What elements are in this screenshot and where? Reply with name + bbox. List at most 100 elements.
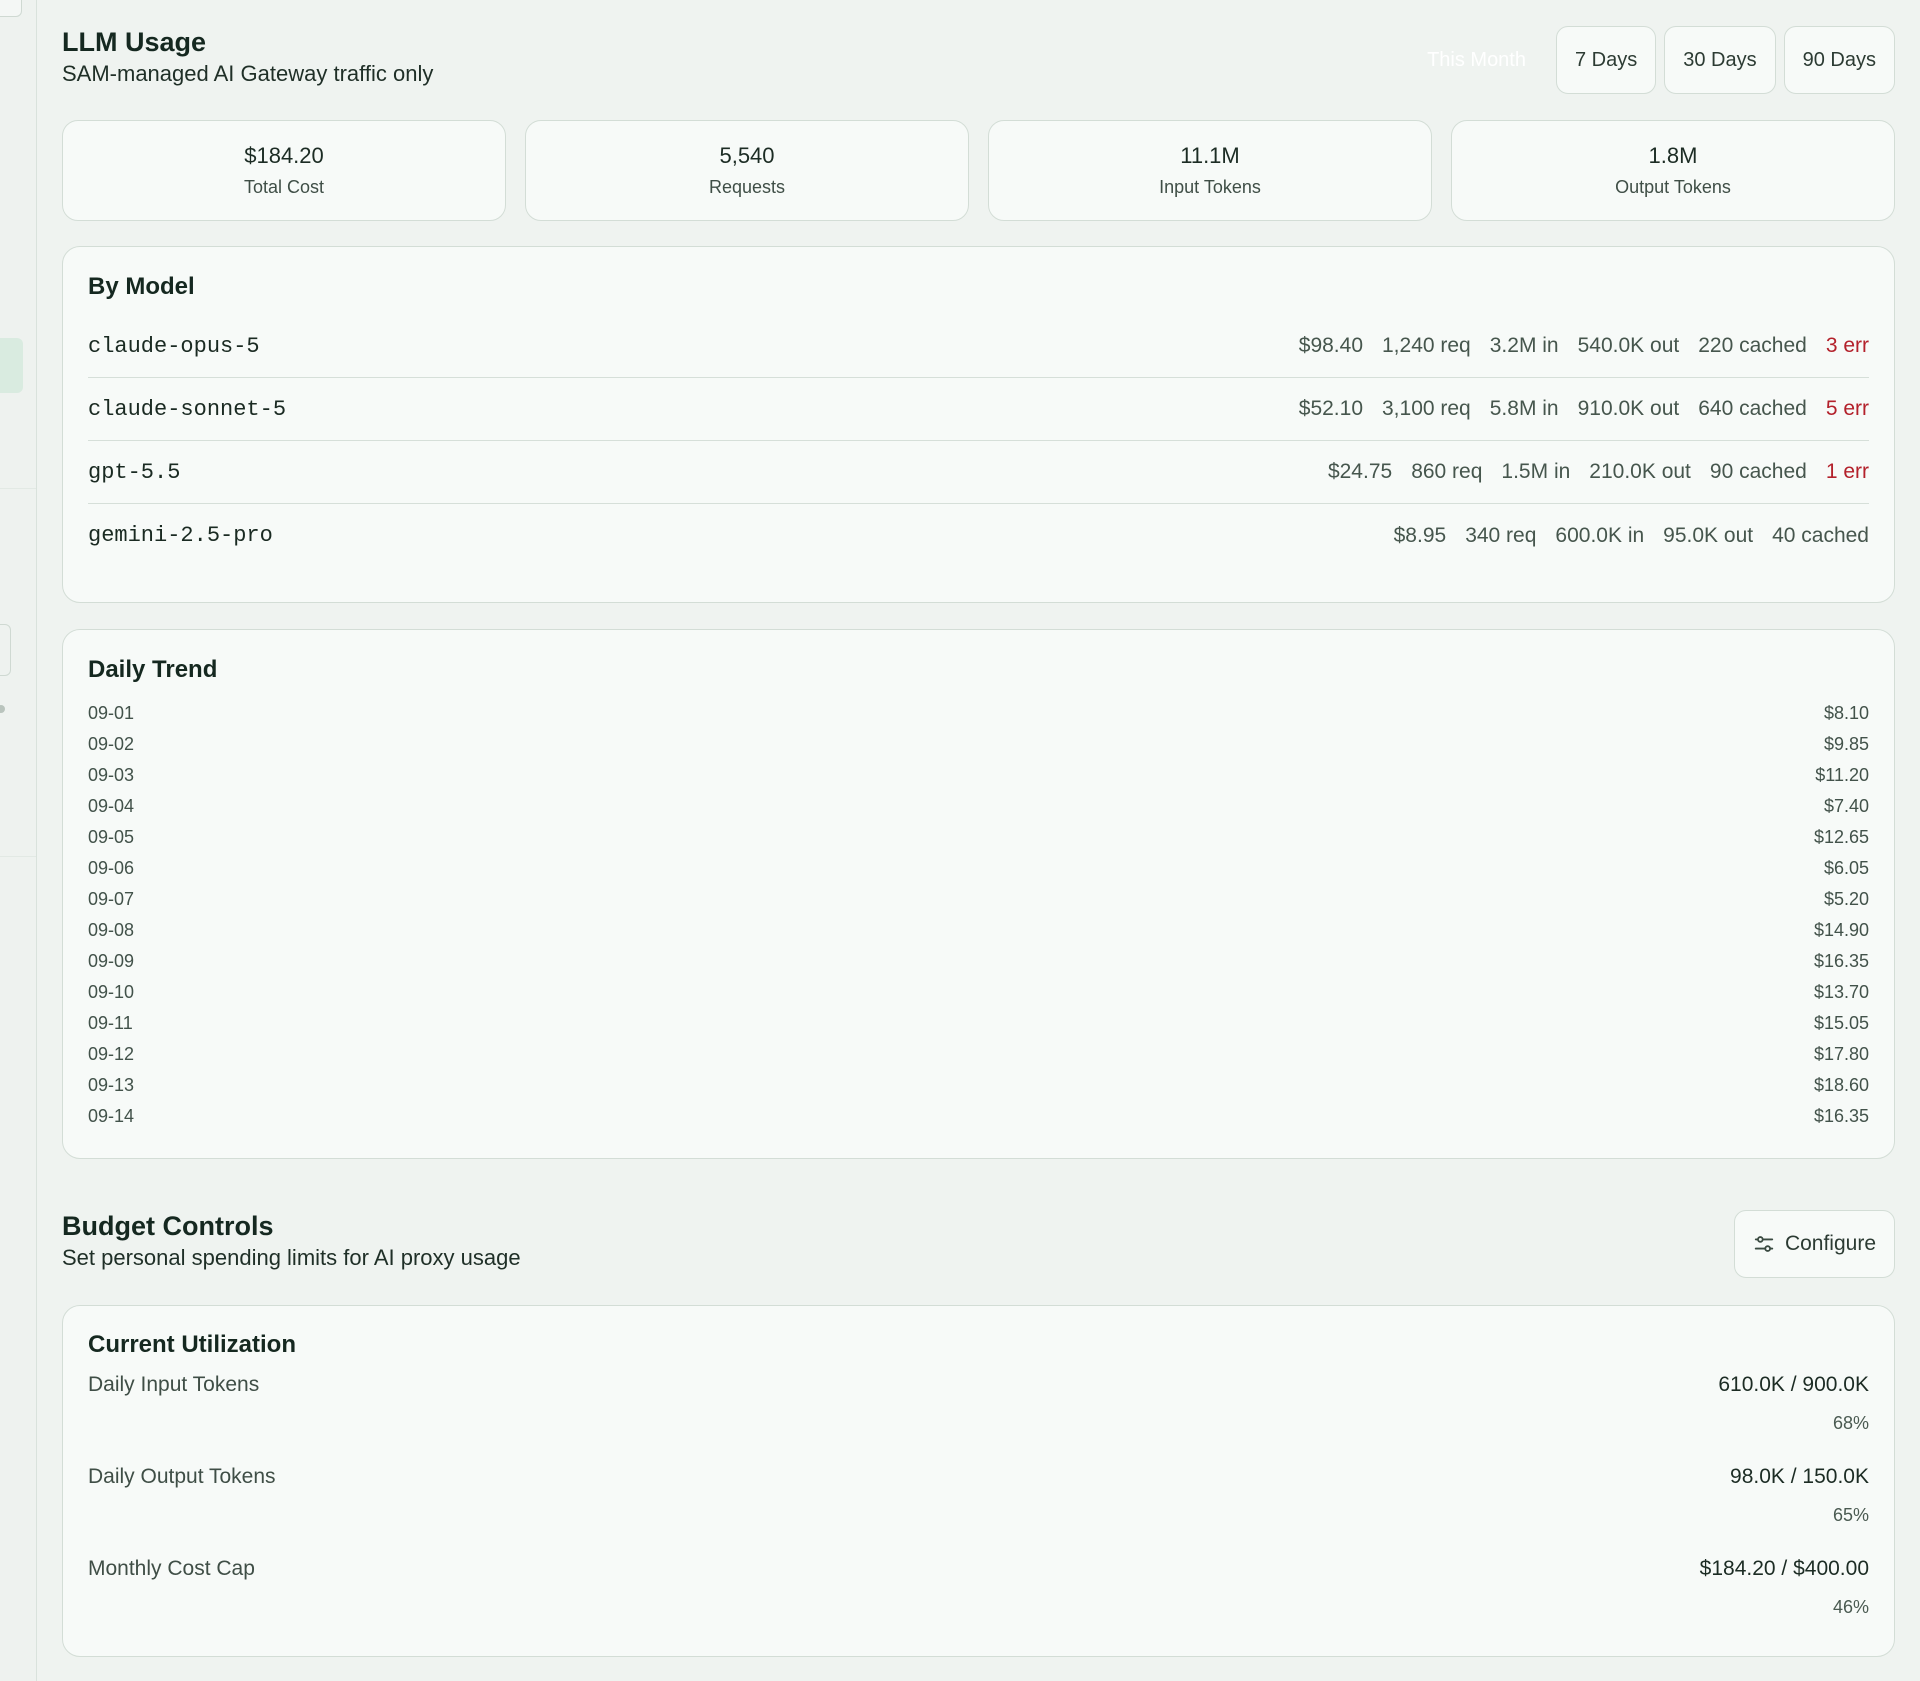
utilization-value: 610.0K / 900.0K (1718, 1373, 1869, 1396)
trend-date: 09-02 (88, 734, 135, 754)
model-list: claude-opus-5 $98.40 1,240 req 3.2M in 5… (88, 315, 1869, 567)
model-row: claude-opus-5 $98.40 1,240 req 3.2M in 5… (88, 315, 1869, 378)
trend-row: 09-02 $9.85 (88, 729, 1869, 760)
range-7-days-button[interactable]: 7 Days (1556, 26, 1657, 94)
by-model-title: By Model (88, 273, 195, 300)
page-subtitle: SAM-managed AI Gateway traffic only (62, 61, 434, 86)
budget-header: Budget Controls Set personal spending li… (62, 1210, 521, 1271)
trend-date: 09-05 (88, 827, 135, 847)
trend-row: 09-09 $16.35 (88, 946, 1869, 977)
model-errors: 3 err (1825, 334, 1869, 357)
rail-indicator-dot (0, 705, 5, 713)
model-cost: $24.75 (1327, 460, 1393, 483)
rail-active-item[interactable] (0, 338, 23, 393)
trend-date: 09-14 (88, 1106, 135, 1126)
utilization-label: Monthly Cost Cap (88, 1557, 255, 1580)
budget-title: Budget Controls (62, 1211, 274, 1241)
utilization-percent: 65% (1832, 1505, 1869, 1525)
stat-label: Total Cost (243, 177, 325, 197)
trend-date: 09-06 (88, 858, 135, 878)
trend-date: 09-11 (88, 1013, 133, 1033)
rail-divider (0, 856, 36, 857)
trend-cost: $16.35 (1813, 1106, 1869, 1126)
stat-label: Output Tokens (1615, 177, 1731, 197)
utilization-item: Daily Input Tokens 610.0K / 900.0K 68% (88, 1373, 1869, 1465)
model-row: gemini-2.5-pro $8.95 340 req 600.0K in 9… (88, 504, 1869, 567)
utilization-percent: 68% (1832, 1413, 1869, 1433)
range-selector: This Month 7 Days 30 Days 90 Days (1405, 26, 1895, 94)
trend-cost: $11.20 (1815, 765, 1869, 785)
model-cost: $98.40 (1298, 334, 1363, 357)
trend-date: 09-01 (88, 703, 135, 723)
model-requests: 860 req (1411, 460, 1483, 483)
utilization-value: $184.20 / $400.00 (1699, 1557, 1869, 1580)
range-30-days-button[interactable]: 30 Days (1664, 26, 1776, 94)
trend-row: 09-13 $18.60 (88, 1070, 1869, 1101)
utilization-percent: 46% (1832, 1597, 1869, 1617)
trend-row: 09-11 $15.05 (88, 1008, 1869, 1039)
model-output: 540.0K out (1577, 334, 1680, 357)
utilization-title: Current Utilization (88, 1331, 296, 1358)
trend-date: 09-13 (88, 1075, 135, 1095)
trend-row: 09-12 $17.80 (88, 1039, 1869, 1070)
trend-cost: $13.70 (1813, 982, 1869, 1002)
trend-row: 09-03 $11.20 (88, 760, 1869, 791)
trend-row: 09-01 $8.10 (88, 698, 1869, 729)
stat-label: Input Tokens (1159, 177, 1261, 197)
trend-cost: $12.65 (1813, 827, 1869, 847)
model-cost: $52.10 (1298, 397, 1363, 420)
model-name: claude-opus-5 (88, 333, 260, 359)
trend-row: 09-14 $16.35 (88, 1101, 1869, 1132)
stat-cards: $184.20 Total Cost 5,540 Requests 11.1M … (62, 120, 1895, 221)
trend-cost: $18.60 (1813, 1075, 1869, 1095)
utilization-label: Daily Output Tokens (88, 1465, 276, 1488)
model-output: 95.0K out (1663, 523, 1754, 547)
model-input: 3.2M in (1489, 334, 1559, 357)
model-metrics: $98.40 1,240 req 3.2M in 540.0K out 220 … (1299, 334, 1869, 358)
model-name: gpt-5.5 (88, 459, 181, 485)
trend-date: 09-07 (88, 889, 135, 909)
stat-card-input-tokens: 11.1M Input Tokens (988, 120, 1432, 221)
range-this-month[interactable]: This Month (1405, 26, 1548, 94)
model-cached: 220 cached (1698, 334, 1807, 357)
model-metrics: $8.95 340 req 600.0K in 95.0K out 40 cac… (1394, 524, 1869, 548)
usage-header: LLM Usage SAM-managed AI Gateway traffic… (62, 26, 433, 87)
budget-subtitle: Set personal spending limits for AI prox… (62, 1245, 521, 1270)
daily-trend-card: Daily Trend 09-01 $8.10 09-02 $9.85 09-03 $… (62, 629, 1895, 1159)
trend-cost: $15.05 (1813, 1013, 1869, 1033)
stat-label: Requests (708, 177, 786, 197)
rail-item[interactable] (0, 624, 11, 676)
trend-cost: $17.80 (1813, 1044, 1869, 1064)
model-requests: 3,100 req (1382, 397, 1471, 420)
trend-cost: $14.90 (1813, 920, 1869, 940)
range-90-days-button[interactable]: 90 Days (1783, 26, 1895, 94)
model-requests: 340 req (1465, 523, 1537, 547)
model-input: 5.8M in (1489, 397, 1559, 420)
utilization-label: Daily Input Tokens (88, 1373, 260, 1396)
stat-value: 1.8M (1648, 143, 1698, 168)
stat-card-requests: 5,540 Requests (525, 120, 969, 221)
trend-cost: $9.85 (1823, 734, 1869, 754)
model-metrics: $52.10 3,100 req 5.8M in 910.0K out 640 … (1299, 397, 1869, 421)
rail-toggle-button[interactable] (0, 0, 22, 17)
trend-cost: $5.20 (1823, 889, 1869, 909)
model-name: claude-sonnet-5 (88, 396, 287, 422)
trend-cost: $6.05 (1823, 858, 1869, 878)
stat-card-output-tokens: 1.8M Output Tokens (1451, 120, 1895, 221)
trend-cost: $7.40 (1823, 796, 1869, 816)
configure-button[interactable]: Configure (1733, 1210, 1895, 1278)
trend-date: 09-10 (88, 982, 135, 1002)
stat-value: 5,540 (719, 143, 775, 168)
trend-date: 09-08 (88, 920, 135, 940)
stat-card-total-cost: $184.20 Total Cost (62, 120, 506, 221)
trend-date: 09-09 (88, 951, 135, 971)
trend-row: 09-04 $7.40 (88, 791, 1869, 822)
model-requests: 1,240 req (1382, 334, 1471, 357)
model-errors: 1 err (1825, 460, 1869, 483)
trend-row: 09-10 $13.70 (88, 977, 1869, 1008)
model-cost: $8.95 (1393, 523, 1447, 547)
trend-cost: $16.35 (1813, 951, 1869, 971)
sliders-icon (1754, 1236, 1774, 1252)
model-output: 910.0K out (1577, 397, 1680, 420)
by-model-card: By Model claude-opus-5 $98.40 1,240 req … (62, 246, 1895, 603)
